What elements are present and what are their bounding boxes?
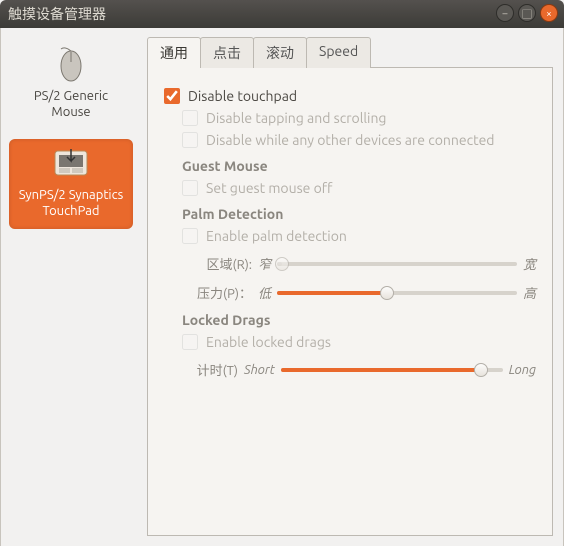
checkbox-enable-palm — [182, 228, 198, 244]
heading-guest-mouse: Guest Mouse — [182, 158, 536, 174]
device-synaptics-touchpad[interactable]: SynPS/2 Synaptics TouchPad — [9, 139, 133, 230]
disable-subopts: Disable tapping and scrolling Disable wh… — [164, 110, 536, 379]
slider-thumb[interactable] — [380, 286, 394, 300]
slider-min-label: 窄 — [258, 254, 271, 273]
slider-palm-pressure[interactable] — [277, 285, 517, 301]
opt-label: Set guest mouse off — [206, 180, 332, 196]
slider-max-label: 宽 — [523, 254, 536, 273]
device-generic-mouse[interactable]: PS/2 Generic Mouse — [9, 38, 133, 131]
slider-max-label: Long — [509, 363, 536, 377]
opt-disable-touchpad[interactable]: Disable touchpad — [164, 88, 536, 104]
mouse-icon — [51, 46, 91, 84]
window-controls: – ▢ × — [496, 4, 558, 22]
slider-row-timer: 计时(T) Short Long — [182, 360, 536, 379]
checkbox-disable-while-other — [182, 132, 198, 148]
window-title: 触摸设备管理器 — [8, 4, 106, 24]
slider-min-label: 低 — [258, 283, 271, 302]
slider-locked-drag-timer[interactable] — [281, 362, 503, 378]
slider-min-label: Short — [244, 363, 275, 377]
minimize-button[interactable]: – — [496, 4, 514, 22]
device-label: SynPS/2 Synaptics TouchPad — [13, 187, 129, 220]
checkbox-disable-tap-scroll — [182, 110, 198, 126]
opt-enable-locked-drags: Enable locked drags — [182, 334, 536, 350]
slider-row-pressure: 压力(P)： 低 高 — [182, 283, 536, 302]
touchpad-icon — [49, 147, 93, 183]
opt-label: Disable tapping and scrolling — [206, 110, 387, 126]
slider-label: 压力(P)： — [182, 283, 252, 302]
checkbox-disable-touchpad[interactable] — [164, 88, 180, 104]
heading-palm-detection: Palm Detection — [182, 206, 536, 222]
maximize-button[interactable]: ▢ — [518, 4, 536, 22]
tab-tap[interactable]: 点击 — [200, 37, 254, 68]
opt-label: Enable locked drags — [206, 334, 331, 350]
slider-fill — [277, 291, 387, 295]
tab-general[interactable]: 通用 — [147, 37, 201, 68]
tab-speed[interactable]: Speed — [306, 37, 371, 68]
opt-label: Disable touchpad — [188, 88, 297, 104]
checkbox-guest-mouse-off — [182, 180, 198, 196]
slider-row-area: 区域(R): 窄 宽 — [182, 254, 536, 273]
tab-panel-general: Disable touchpad Disable tapping and scr… — [147, 67, 553, 536]
opt-enable-palm: Enable palm detection — [182, 228, 536, 244]
titlebar: 触摸设备管理器 – ▢ × — [0, 0, 564, 28]
slider-max-label: 高 — [523, 283, 536, 302]
opt-label: Enable palm detection — [206, 228, 347, 244]
client-area: PS/2 Generic Mouse SynPS/2 Synaptics Tou… — [0, 28, 564, 546]
slider-palm-area — [277, 256, 517, 272]
opt-guest-mouse-off: Set guest mouse off — [182, 180, 536, 196]
slider-fill — [281, 368, 481, 372]
slider-label: 计时(T) — [182, 360, 238, 379]
slider-label: 区域(R): — [182, 254, 252, 273]
opt-disable-while-other: Disable while any other devices are conn… — [182, 132, 536, 148]
slider-track — [277, 262, 517, 266]
opt-label: Disable while any other devices are conn… — [206, 132, 495, 148]
slider-thumb[interactable] — [474, 363, 488, 377]
opt-disable-tap-scroll: Disable tapping and scrolling — [182, 110, 536, 126]
tab-bar: 通用 点击 滚动 Speed — [147, 36, 553, 67]
close-button[interactable]: × — [540, 4, 558, 22]
heading-locked-drags: Locked Drags — [182, 312, 536, 328]
slider-thumb — [275, 257, 289, 271]
main-panel: 通用 点击 滚动 Speed Disable touchpad Disable … — [141, 28, 563, 546]
device-label: PS/2 Generic Mouse — [13, 88, 129, 121]
device-sidebar: PS/2 Generic Mouse SynPS/2 Synaptics Tou… — [1, 28, 141, 546]
checkbox-enable-locked-drags — [182, 334, 198, 350]
tab-scroll[interactable]: 滚动 — [253, 37, 307, 68]
